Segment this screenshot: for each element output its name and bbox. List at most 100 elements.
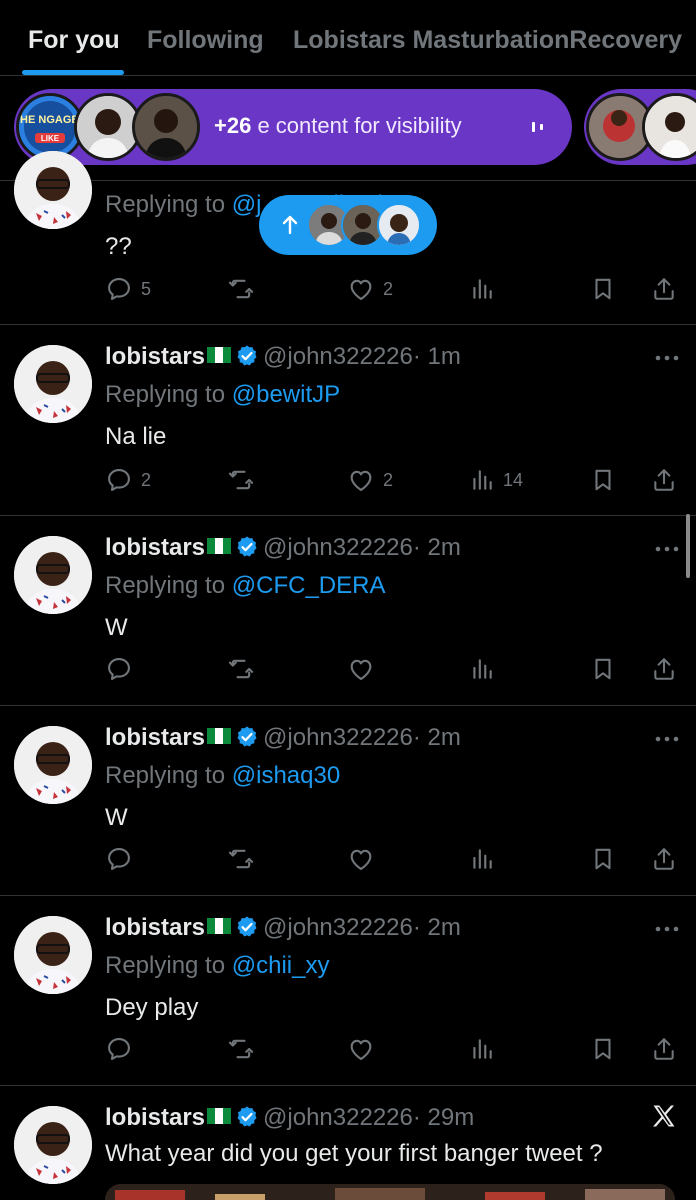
bookmark-icon [590,467,616,493]
share-icon [651,846,677,872]
post-2[interactable]: lobistars @john322226· 2m Replying to @CF… [0,516,696,706]
views-button[interactable] [469,1034,503,1064]
repost-button[interactable] [227,1034,263,1064]
post-4[interactable]: lobistars @john322226· 2m Replying to @ch… [0,896,696,1086]
like-button[interactable] [347,654,383,684]
more-icon[interactable] [654,545,680,553]
tab-following[interactable]: Following [147,26,264,55]
repost-button[interactable] [227,654,263,684]
user-handle[interactable]: @john322226 [263,914,413,941]
mention-link[interactable]: @bewitJP [232,381,340,408]
svg-text:LIKE: LIKE [41,134,60,143]
bookmark-button[interactable] [590,465,616,495]
post-actions [105,654,680,684]
post-actions [105,844,680,874]
bookmark-icon [590,276,616,302]
post-header: lobistars @john322226· 1m [105,343,461,371]
post-3[interactable]: lobistars @john322226· 2m Replying to @is… [0,706,696,896]
post-time: · 2m [412,534,461,561]
engagement-space-banner[interactable]: THE NGAGER LIKE +26 e content for visibi… [14,89,572,165]
views-button[interactable]: 14 [469,465,523,495]
share-button[interactable] [651,274,677,304]
bookmark-icon [590,656,616,682]
verified-badge-icon [235,725,259,749]
scrollbar[interactable] [686,514,690,578]
like-button[interactable]: 2 [347,274,393,304]
views-button[interactable] [469,844,503,874]
views-icon [469,467,495,493]
share-button[interactable] [651,1034,677,1064]
post-1[interactable]: lobistars @john322226· 1m Replying to @be… [0,325,696,516]
tab-lobistars-list[interactable]: Lobistars MasturbationRecovery [293,26,682,55]
repost-icon [227,275,255,303]
more-icon[interactable] [654,925,680,933]
display-name[interactable]: lobistars [105,914,205,941]
mention-link[interactable]: @ishaq30 [232,762,340,789]
reply-icon [105,466,133,494]
space-avatar-2 [642,93,696,161]
new-posts-pill[interactable] [259,195,437,255]
bookmark-button[interactable] [590,274,616,304]
reply-context: Replying to @bewitJP [105,381,341,408]
mention-link[interactable]: @chii_xy [232,952,330,979]
like-button[interactable] [347,1034,383,1064]
author-avatar[interactable] [14,151,92,229]
like-button[interactable]: 2 [347,465,393,495]
active-tab-indicator [22,70,124,75]
pause-icon[interactable] [526,115,550,139]
reply-button[interactable] [105,1034,141,1064]
user-handle[interactable]: @john322226 [263,1104,413,1131]
author-avatar[interactable] [14,726,92,804]
repost-button[interactable] [227,844,263,874]
reply-button[interactable]: 2 [105,465,151,495]
post-header: lobistars @john322226· 2m [105,914,461,942]
post-media-image[interactable] [105,1184,675,1200]
bookmark-button[interactable] [590,1034,616,1064]
share-icon [651,1036,677,1062]
reply-button[interactable] [105,654,141,684]
author-avatar[interactable] [14,536,92,614]
author-avatar[interactable] [14,345,92,423]
bookmark-button[interactable] [590,654,616,684]
nigeria-flag-icon [207,728,231,744]
reply-button[interactable] [105,844,141,874]
post-header: lobistars @john322226· 2m [105,534,461,562]
new-post-avatar [377,203,421,247]
user-handle[interactable]: @john322226 [263,724,413,751]
bookmark-button[interactable] [590,844,616,874]
more-icon[interactable] [654,735,680,743]
like-button[interactable] [347,844,383,874]
mention-link[interactable]: @CFC_DERA [232,572,386,599]
more-icon[interactable] [654,354,680,362]
display-name[interactable]: lobistars [105,534,205,561]
share-button[interactable] [651,654,677,684]
views-button[interactable] [469,654,503,684]
display-name[interactable]: lobistars [105,1104,205,1131]
views-icon [469,276,495,302]
display-name[interactable]: lobistars [105,343,205,370]
user-handle[interactable]: @john322226 [263,534,413,561]
repost-button[interactable] [227,274,263,304]
tab-for-you[interactable]: For you [28,26,120,55]
share-button[interactable] [651,844,677,874]
arrow-up-icon [282,215,298,235]
share-button[interactable] [651,465,677,495]
like-icon [347,275,375,303]
reply-icon [105,275,133,303]
reply-icon [105,655,133,683]
author-avatar[interactable] [14,1106,92,1184]
author-avatar[interactable] [14,916,92,994]
repost-button[interactable] [227,465,263,495]
x-logo-icon[interactable] [650,1102,678,1130]
reply-context: Replying to @chii_xy [105,952,330,979]
post-5[interactable]: lobistars @john322226· 29m What year did … [0,1086,696,1200]
cohost-avatar [132,93,200,161]
post-time: · 2m [412,724,461,751]
user-handle[interactable]: @john322226 [263,343,413,370]
repost-icon [227,466,255,494]
views-button[interactable] [469,274,503,304]
second-space-banner[interactable] [584,89,696,165]
display-name[interactable]: lobistars [105,724,205,751]
like-icon [347,466,375,494]
reply-button[interactable]: 5 [105,274,151,304]
